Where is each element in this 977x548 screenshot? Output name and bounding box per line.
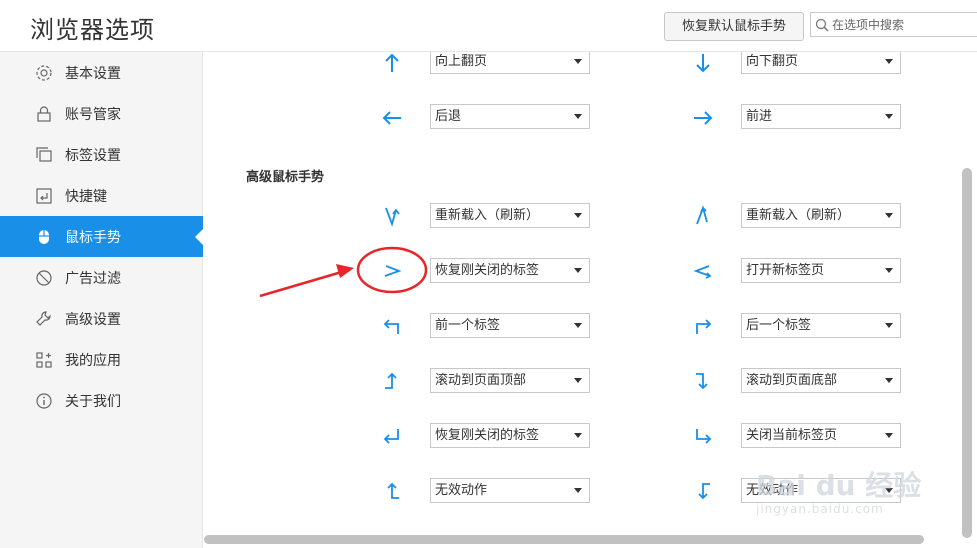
wrench-icon xyxy=(36,310,51,326)
chevron-down-icon xyxy=(885,213,893,218)
block-icon xyxy=(36,269,52,286)
chevron-down-icon xyxy=(885,268,893,273)
sidebar-item-my-apps[interactable]: 我的应用 xyxy=(0,339,203,380)
chevron-down-icon xyxy=(885,378,893,383)
gesture-action-select[interactable]: 恢复刚关闭的标签 xyxy=(430,423,590,448)
watermark-logo: Bai du 经验 xyxy=(756,469,922,502)
gesture-action-select[interactable]: 后退 xyxy=(430,104,590,129)
gesture-up-left-icon xyxy=(383,319,399,334)
gesture-action-select[interactable]: 向上翻页 xyxy=(430,52,590,74)
gesture-up-right-icon xyxy=(696,319,712,334)
chevron-down-icon xyxy=(574,488,582,493)
gesture-right-up-icon xyxy=(385,372,397,389)
chevron-down-icon xyxy=(885,114,893,119)
gesture-action-select[interactable]: 重新载入（刷新） xyxy=(741,203,901,228)
arrow-right-icon xyxy=(694,111,713,125)
horizontal-scrollbar[interactable] xyxy=(204,535,924,544)
chevron-down-icon xyxy=(885,433,893,438)
chevron-down-icon xyxy=(574,433,582,438)
arrow-left-icon xyxy=(382,111,401,125)
chevron-down-icon xyxy=(574,114,582,119)
gesture-left-right-icon xyxy=(693,265,712,279)
restore-default-gestures-button[interactable]: 恢复默认鼠标手势 xyxy=(664,12,804,41)
gesture-action-select[interactable]: 滚动到页面底部 xyxy=(741,368,901,393)
sidebar-item-label: 我的应用 xyxy=(65,352,121,369)
sidebar: 基本设置 账号管家 标签设置 快捷键 鼠标手势 广告过滤 高级设置 我的应用 关… xyxy=(0,52,203,548)
watermark: Bai du 经验 jingyan.baidu.com xyxy=(756,462,956,522)
chevron-down-icon xyxy=(885,59,893,64)
sidebar-item-tabs[interactable]: 标签设置 xyxy=(0,134,203,175)
sidebar-item-label: 账号管家 xyxy=(65,106,121,123)
chevron-down-icon xyxy=(574,213,582,218)
gesture-left-down-icon xyxy=(698,483,710,500)
sidebar-item-advanced[interactable]: 高级设置 xyxy=(0,298,203,339)
sidebar-item-label: 快捷键 xyxy=(65,188,107,205)
gesture-action-select[interactable]: 打开新标签页 xyxy=(741,258,901,283)
chevron-down-icon xyxy=(574,59,582,64)
sidebar-item-shortcuts[interactable]: 快捷键 xyxy=(0,175,203,216)
sidebar-item-ad-filter[interactable]: 广告过滤 xyxy=(0,257,203,298)
gesture-up-down-icon xyxy=(696,205,708,225)
apps-icon xyxy=(36,351,52,368)
sidebar-item-mouse-gestures[interactable]: 鼠标手势 xyxy=(0,216,203,257)
gesture-right-left-icon xyxy=(384,265,402,277)
gesture-down-right-icon xyxy=(696,429,712,444)
gesture-left-up-icon xyxy=(387,482,399,499)
gesture-up-left-enter-icon xyxy=(383,429,399,444)
page-title: 浏览器选项 xyxy=(30,16,155,44)
gesture-action-select[interactable]: 无效动作 xyxy=(430,478,590,503)
chevron-down-icon xyxy=(574,268,582,273)
search-icon xyxy=(815,18,829,32)
sidebar-item-label: 关于我们 xyxy=(65,393,121,410)
gesture-action-select[interactable]: 滚动到页面顶部 xyxy=(430,368,590,393)
sidebar-item-label: 基本设置 xyxy=(65,65,121,82)
section-title: 高级鼠标手势 xyxy=(246,170,325,185)
sidebar-item-label: 标签设置 xyxy=(65,147,121,164)
arrow-up-icon xyxy=(385,53,399,72)
watermark-url: jingyan.baidu.com xyxy=(756,502,884,516)
mouse-icon xyxy=(39,229,49,244)
vertical-scrollbar[interactable] xyxy=(962,168,972,538)
search-box[interactable] xyxy=(810,12,977,37)
chevron-down-icon xyxy=(885,323,893,328)
gesture-action-select[interactable]: 前一个标签 xyxy=(430,313,590,338)
gear-icon xyxy=(36,64,52,81)
gesture-action-select[interactable]: 重新载入（刷新） xyxy=(430,203,590,228)
info-icon xyxy=(36,392,52,409)
sidebar-item-about[interactable]: 关于我们 xyxy=(0,380,203,421)
sidebar-item-label: 高级设置 xyxy=(65,311,121,328)
search-input[interactable] xyxy=(832,13,977,36)
gesture-action-select[interactable]: 关闭当前标签页 xyxy=(741,423,901,448)
gesture-action-select[interactable]: 前进 xyxy=(741,104,901,129)
sidebar-item-label: 鼠标手势 xyxy=(65,229,121,246)
sidebar-item-label: 广告过滤 xyxy=(65,270,121,287)
lock-icon xyxy=(37,105,51,122)
chevron-down-icon xyxy=(574,378,582,383)
gesture-action-select[interactable]: 后一个标签 xyxy=(741,313,901,338)
gesture-down-up-icon xyxy=(385,207,400,227)
header: 浏览器选项 恢复默认鼠标手势 xyxy=(0,0,977,52)
chevron-down-icon xyxy=(574,323,582,328)
arrow-down-icon xyxy=(696,54,710,73)
keyboard-icon xyxy=(36,187,52,204)
gesture-action-select[interactable]: 恢复刚关闭的标签 xyxy=(430,258,590,283)
gesture-right-down-icon xyxy=(696,373,708,390)
tabs-icon xyxy=(36,146,52,162)
sidebar-item-basic-settings[interactable]: 基本设置 xyxy=(0,52,203,93)
gesture-action-select[interactable]: 向下翻页 xyxy=(741,52,901,74)
sidebar-item-account[interactable]: 账号管家 xyxy=(0,93,203,134)
